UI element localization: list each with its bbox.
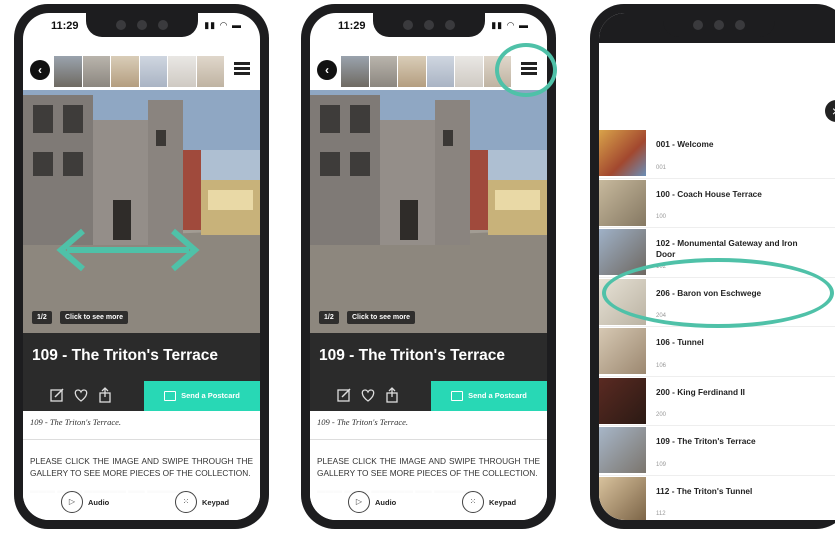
bottom-bar: ▷ Audio ⁙ Keypad — [23, 484, 260, 520]
close-icon[interactable]: × — [825, 100, 835, 122]
notch — [663, 13, 775, 37]
stop-list-title: 112 - The Triton's Tunnel — [656, 485, 753, 496]
palace-photo — [23, 90, 260, 333]
hero-image[interactable]: 1/2 Click to see more — [310, 90, 547, 333]
status-icons: ▮▮ ◠ ▬ — [204, 20, 242, 30]
stop-list-title: 200 - King Ferdinand II — [656, 386, 745, 397]
gallery-thumbnails — [341, 56, 511, 87]
status-time: 11:29 — [51, 20, 79, 32]
stop-subtitle: 109 - The Triton's Terrace. — [317, 417, 409, 427]
list-highlight-ellipse — [602, 258, 834, 328]
keypad-icon: ⁙ — [462, 491, 484, 513]
gallery-thumb[interactable] — [54, 56, 82, 87]
list-item[interactable]: 100 - Coach House Terrace 100 — [599, 179, 835, 228]
gallery-thumbnails — [54, 56, 224, 87]
stop-thumbnail — [599, 130, 646, 176]
stop-subtitle: 109 - The Triton's Terrace. — [30, 417, 122, 427]
list-item[interactable]: 106 - Tunnel 106 — [599, 327, 835, 377]
send-postcard-button[interactable]: Send a Postcard — [431, 381, 547, 411]
back-icon[interactable]: ‹ — [30, 60, 50, 80]
stop-list-number: 100 — [656, 214, 667, 220]
stop-list-title: 102 - Monumental Gateway and Iron Door — [656, 238, 798, 259]
gallery-thumb[interactable] — [341, 56, 369, 87]
title-bar: 109 - The Triton's Terrace — [23, 333, 260, 381]
audio-button[interactable]: ▷ Audio — [348, 491, 396, 513]
gallery-pager: 1/2 — [319, 311, 339, 324]
gallery-thumb[interactable] — [426, 56, 454, 87]
share-icon[interactable] — [384, 387, 400, 403]
audio-label: Audio — [88, 497, 110, 507]
status-time: 11:29 — [338, 20, 366, 32]
back-icon[interactable]: ‹ — [317, 60, 337, 80]
share-icon[interactable] — [97, 387, 113, 403]
keypad-label: Keypad — [202, 497, 230, 507]
stop-thumbnail — [599, 377, 646, 424]
keypad-label: Keypad — [489, 497, 517, 507]
palace-photo — [310, 90, 547, 333]
postcard-icon — [451, 391, 464, 402]
stop-thumbnail — [599, 476, 646, 520]
gallery-thumb[interactable] — [168, 56, 196, 87]
stop-list-title: 106 - Tunnel — [656, 337, 704, 347]
postcard-icon — [164, 391, 177, 402]
gallery-thumb[interactable] — [398, 56, 426, 87]
gallery-thumb[interactable] — [111, 56, 139, 87]
list-item[interactable]: 109 - The Triton's Terrace 109 — [599, 426, 835, 476]
stop-title: 109 - The Triton's Terrace — [319, 347, 506, 364]
keypad-button[interactable]: ⁙ Keypad — [462, 491, 516, 513]
audio-label: Audio — [375, 497, 397, 507]
keypad-icon: ⁙ — [175, 491, 197, 513]
gallery-thumb[interactable] — [369, 56, 397, 87]
stop-list-number: 001 — [656, 164, 667, 171]
bottom-bar: ▷ Audio ⁙ Keypad — [310, 484, 547, 520]
list-item[interactable]: 001 - Welcome 001 — [599, 129, 835, 179]
top-bar: ‹ — [23, 52, 260, 90]
send-postcard-label: Send a Postcard — [468, 391, 527, 400]
keypad-button[interactable]: ⁙ Keypad — [175, 491, 229, 513]
gallery-thumb[interactable] — [82, 56, 110, 87]
stop-description: PLEASE CLICK THE IMAGE AND SWIPE THROUGH… — [30, 456, 253, 478]
audio-button[interactable]: ▷ Audio — [61, 491, 109, 513]
menu-highlight-circle — [495, 43, 557, 97]
stop-list-number: 109 — [656, 461, 667, 468]
hero-image[interactable]: 1/2 Click to see more — [23, 90, 260, 333]
divider — [23, 439, 260, 440]
edit-icon[interactable] — [49, 387, 65, 403]
stop-list-title: 100 - Coach House Terrace — [656, 188, 762, 199]
see-more-label[interactable]: Click to see more — [60, 311, 128, 324]
send-postcard-button[interactable]: Send a Postcard — [144, 381, 260, 411]
play-icon: ▷ — [348, 491, 370, 513]
title-bar: 109 - The Triton's Terrace — [310, 333, 547, 381]
list-item[interactable]: 200 - King Ferdinand II 200 — [599, 377, 835, 426]
send-postcard-label: Send a Postcard — [181, 391, 240, 400]
see-more-label[interactable]: Click to see more — [347, 311, 415, 324]
stop-thumbnail — [599, 328, 646, 374]
list-item[interactable]: 112 - The Triton's Tunnel 112 — [599, 476, 835, 520]
menu-icon[interactable] — [234, 62, 250, 76]
heart-icon[interactable] — [360, 387, 376, 403]
swipe-arrow-icon — [56, 228, 200, 272]
status-icons: ▮▮ ◠ ▬ — [491, 20, 529, 30]
edit-icon[interactable] — [336, 387, 352, 403]
stop-list-title: 001 - Welcome — [656, 139, 714, 149]
stop-list-number: 112 — [656, 511, 666, 517]
stop-list-number: 106 — [656, 362, 667, 369]
divider — [310, 439, 547, 440]
heart-icon[interactable] — [73, 387, 89, 403]
notch — [372, 13, 485, 37]
gallery-thumb[interactable] — [455, 56, 483, 87]
stop-title: 109 - The Triton's Terrace — [32, 347, 219, 364]
stop-description: PLEASE CLICK THE IMAGE AND SWIPE THROUGH… — [317, 456, 540, 478]
gallery-thumb[interactable] — [196, 56, 224, 87]
action-bar: Send a Postcard — [23, 381, 260, 411]
gallery-thumb[interactable] — [139, 56, 167, 87]
play-icon: ▷ — [61, 491, 83, 513]
notch — [85, 13, 198, 37]
action-bar: Send a Postcard — [310, 381, 547, 411]
stop-thumbnail — [599, 427, 646, 473]
stop-list-number: 200 — [656, 412, 667, 418]
gallery-pager: 1/2 — [32, 311, 52, 324]
stop-list-title: 109 - The Triton's Terrace — [656, 436, 756, 446]
stop-thumbnail — [599, 179, 646, 226]
